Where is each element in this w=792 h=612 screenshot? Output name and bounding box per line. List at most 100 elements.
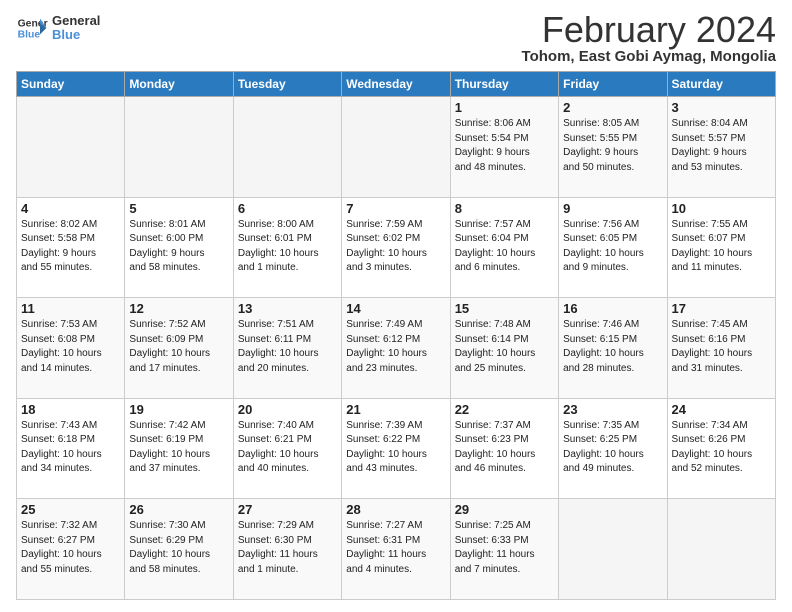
day-info: Sunrise: 7:30 AM Sunset: 6:29 PM Dayligh… [129,519,228,577]
calendar-cell: 1 Sunrise: 8:06 AM Sunset: 5:54 PM Daylig… [450,97,558,198]
day-info: Sunrise: 7:55 AM Sunset: 6:07 PM Dayligh… [672,218,771,276]
svg-text:Blue: Blue [18,30,41,41]
subtitle: Tohom, East Gobi Aymag, Mongolia [522,48,776,65]
day-number: 25 [21,502,120,517]
day-info: Sunrise: 7:39 AM Sunset: 6:22 PM Dayligh… [346,419,445,477]
day-info: Sunrise: 8:01 AM Sunset: 6:00 PM Dayligh… [129,218,228,276]
calendar-cell: 12Sunrise: 7:52 AM Sunset: 6:09 PM Dayli… [125,298,233,399]
day-info: Sunrise: 8:04 AM Sunset: 5:57 PM Dayligh… [672,117,771,175]
day-number: 9 [563,201,662,216]
day-number: 14 [346,301,445,316]
calendar-cell: 22 Sunrise: 7:37 AM Sunset: 6:23 PM Dayli… [450,398,558,499]
day-info: Sunrise: 7:59 AM Sunset: 6:02 PM Dayligh… [346,218,445,276]
calendar-cell [125,97,233,198]
day-info: Sunrise: 8:02 AM Sunset: 5:58 PM Dayligh… [21,218,120,276]
calendar-week-row: 18 Sunrise: 7:43 AM Sunset: 6:18 PM Dayli… [17,398,776,499]
calendar-cell: 17 Sunrise: 7:45 AM Sunset: 6:16 PM Dayli… [667,298,775,399]
day-number: 17 [672,301,771,316]
day-info: Sunrise: 7:51 AM Sunset: 6:11 PM Dayligh… [238,318,337,376]
calendar-cell: 24Sunrise: 7:34 AM Sunset: 6:26 PM Dayli… [667,398,775,499]
day-info: Sunrise: 7:56 AM Sunset: 6:05 PM Dayligh… [563,218,662,276]
logo-icon: General Blue [16,12,48,44]
calendar-day-header: Monday [125,72,233,97]
calendar-cell: 11 Sunrise: 7:53 AM Sunset: 6:08 PM Dayli… [17,298,125,399]
day-number: 12 [129,301,228,316]
calendar-cell: 21 Sunrise: 7:39 AM Sunset: 6:22 PM Dayli… [342,398,450,499]
day-number: 22 [455,402,554,417]
calendar-cell: 18 Sunrise: 7:43 AM Sunset: 6:18 PM Dayli… [17,398,125,499]
day-number: 21 [346,402,445,417]
main-title: February 2024 [522,12,776,48]
calendar-day-header: Tuesday [233,72,341,97]
day-number: 3 [672,100,771,115]
calendar-day-header: Wednesday [342,72,450,97]
day-number: 20 [238,402,337,417]
day-info: Sunrise: 7:46 AM Sunset: 6:15 PM Dayligh… [563,318,662,376]
calendar-cell: 3 Sunrise: 8:04 AM Sunset: 5:57 PM Daylig… [667,97,775,198]
calendar-cell: 15 Sunrise: 7:48 AM Sunset: 6:14 PM Dayli… [450,298,558,399]
day-number: 11 [21,301,120,316]
day-info: Sunrise: 7:53 AM Sunset: 6:08 PM Dayligh… [21,318,120,376]
logo: General Blue General Blue [16,12,100,44]
day-number: 18 [21,402,120,417]
calendar-cell: 29Sunrise: 7:25 AM Sunset: 6:33 PM Dayli… [450,499,558,600]
day-number: 15 [455,301,554,316]
calendar-cell [667,499,775,600]
day-number: 26 [129,502,228,517]
day-info: Sunrise: 7:48 AM Sunset: 6:14 PM Dayligh… [455,318,554,376]
day-info: Sunrise: 8:06 AM Sunset: 5:54 PM Dayligh… [455,117,554,175]
day-number: 4 [21,201,120,216]
day-number: 1 [455,100,554,115]
day-info: Sunrise: 7:43 AM Sunset: 6:18 PM Dayligh… [21,419,120,477]
calendar-week-row: 4 Sunrise: 8:02 AM Sunset: 5:58 PM Daylig… [17,197,776,298]
calendar-day-header: Saturday [667,72,775,97]
calendar-cell: 16 Sunrise: 7:46 AM Sunset: 6:15 PM Dayli… [559,298,667,399]
day-number: 7 [346,201,445,216]
calendar-cell: 20 Sunrise: 7:40 AM Sunset: 6:21 PM Dayli… [233,398,341,499]
day-info: Sunrise: 7:29 AM Sunset: 6:30 PM Dayligh… [238,519,337,577]
calendar-cell: 28Sunrise: 7:27 AM Sunset: 6:31 PM Dayli… [342,499,450,600]
day-number: 16 [563,301,662,316]
day-info: Sunrise: 7:35 AM Sunset: 6:25 PM Dayligh… [563,419,662,477]
day-info: Sunrise: 7:40 AM Sunset: 6:21 PM Dayligh… [238,419,337,477]
day-number: 19 [129,402,228,417]
calendar-cell: 26 Sunrise: 7:30 AM Sunset: 6:29 PM Dayli… [125,499,233,600]
day-number: 10 [672,201,771,216]
day-info: Sunrise: 7:57 AM Sunset: 6:04 PM Dayligh… [455,218,554,276]
calendar-cell [342,97,450,198]
page: General Blue General Blue February 2024 … [0,0,792,612]
day-number: 13 [238,301,337,316]
calendar-day-header: Friday [559,72,667,97]
day-info: Sunrise: 7:42 AM Sunset: 6:19 PM Dayligh… [129,419,228,477]
calendar-cell: 13 Sunrise: 7:51 AM Sunset: 6:11 PM Dayli… [233,298,341,399]
day-number: 29 [455,502,554,517]
calendar-cell [559,499,667,600]
day-info: Sunrise: 7:49 AM Sunset: 6:12 PM Dayligh… [346,318,445,376]
day-number: 5 [129,201,228,216]
day-number: 2 [563,100,662,115]
day-number: 27 [238,502,337,517]
calendar-cell [17,97,125,198]
title-block: February 2024 Tohom, East Gobi Aymag, Mo… [522,12,776,65]
day-number: 8 [455,201,554,216]
calendar-cell: 14 Sunrise: 7:49 AM Sunset: 6:12 PM Dayli… [342,298,450,399]
calendar-day-header: Thursday [450,72,558,97]
day-number: 28 [346,502,445,517]
calendar-cell: 10 Sunrise: 7:55 AM Sunset: 6:07 PM Dayli… [667,197,775,298]
calendar-cell [233,97,341,198]
calendar-week-row: 1 Sunrise: 8:06 AM Sunset: 5:54 PM Daylig… [17,97,776,198]
day-info: Sunrise: 8:05 AM Sunset: 5:55 PM Dayligh… [563,117,662,175]
calendar-cell: 8 Sunrise: 7:57 AM Sunset: 6:04 PM Daylig… [450,197,558,298]
header: General Blue General Blue February 2024 … [16,12,776,65]
calendar-cell: 4 Sunrise: 8:02 AM Sunset: 5:58 PM Daylig… [17,197,125,298]
calendar-cell: 5 Sunrise: 8:01 AM Sunset: 6:00 PM Daylig… [125,197,233,298]
calendar-cell: 9 Sunrise: 7:56 AM Sunset: 6:05 PM Daylig… [559,197,667,298]
day-info: Sunrise: 7:32 AM Sunset: 6:27 PM Dayligh… [21,519,120,577]
calendar-table: SundayMondayTuesdayWednesdayThursdayFrid… [16,71,776,600]
calendar-week-row: 25 Sunrise: 7:32 AM Sunset: 6:27 PM Dayli… [17,499,776,600]
calendar-cell: 6Sunrise: 8:00 AM Sunset: 6:01 PM Daylig… [233,197,341,298]
day-info: Sunrise: 7:34 AM Sunset: 6:26 PM Dayligh… [672,419,771,477]
day-info: Sunrise: 7:45 AM Sunset: 6:16 PM Dayligh… [672,318,771,376]
day-info: Sunrise: 7:37 AM Sunset: 6:23 PM Dayligh… [455,419,554,477]
calendar-cell: 23Sunrise: 7:35 AM Sunset: 6:25 PM Dayli… [559,398,667,499]
